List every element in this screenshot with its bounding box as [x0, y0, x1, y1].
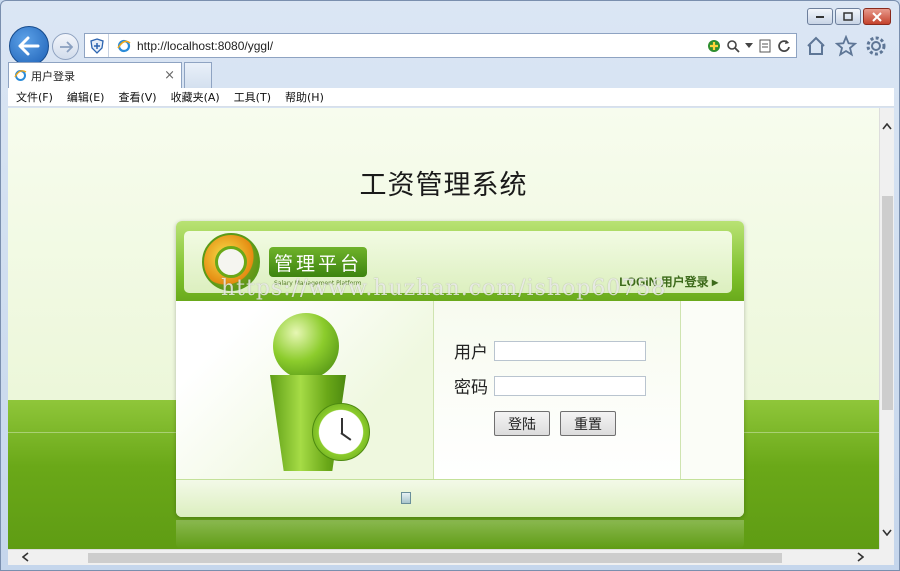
password-input[interactable] [494, 375, 646, 396]
menu-bar: 文件(F) 编辑(E) 查看(V) 收藏夹(A) 工具(T) 帮助(H) [8, 88, 894, 107]
tab-close-icon[interactable]: × [164, 68, 175, 83]
maximize-icon [843, 12, 853, 21]
minimize-button[interactable] [807, 8, 833, 25]
menu-favorites[interactable]: 收藏夹(A) [171, 89, 220, 105]
document-icon [401, 492, 411, 504]
compat-shield-button[interactable] [85, 34, 109, 57]
ie-logo-icon [14, 70, 27, 81]
scroll-right-icon[interactable] [857, 552, 865, 564]
forward-button[interactable] [52, 33, 79, 60]
page-title: 工资管理系统 [359, 170, 528, 201]
back-button[interactable] [9, 26, 49, 66]
form-buttons: 登陆 重置 [494, 411, 616, 436]
close-window-button[interactable] [863, 8, 891, 25]
shield-icon [89, 37, 104, 54]
mascot-illustration [176, 301, 434, 479]
vertical-scroll-thumb[interactable] [882, 196, 893, 410]
ie-logo-icon [117, 39, 131, 52]
search-icon[interactable] [726, 39, 740, 53]
minimize-icon [816, 15, 824, 18]
tab-user-login[interactable]: 用户登录 × [8, 62, 182, 88]
refresh-icon[interactable] [777, 39, 791, 53]
tab-strip: 用户登录 × [8, 62, 894, 88]
address-bar[interactable]: http://localhost:8080/yggl/ [84, 33, 797, 58]
menu-file[interactable]: 文件(F) [16, 89, 53, 105]
scroll-up-icon[interactable] [882, 120, 892, 132]
username-label: 用户 [454, 343, 488, 363]
compat-view-icon[interactable] [758, 39, 772, 53]
horizontal-scroll-thumb[interactable] [88, 553, 782, 563]
toolbar-right-icons [805, 35, 887, 57]
username-input[interactable] [494, 340, 646, 361]
reset-button[interactable]: 重置 [560, 411, 616, 436]
close-icon [872, 11, 882, 22]
login-panel: 管理平台 Salary Management Platform LOGIN 用户… [176, 221, 744, 517]
favorites-star-icon[interactable] [835, 35, 857, 57]
watermark-text: https://www.huzhan.com/ishop60758 [221, 276, 667, 301]
page-viewport: 工资管理系统 管理平台 Salary Management Platform L… [8, 108, 879, 549]
vertical-scrollbar[interactable] [879, 108, 894, 549]
login-button[interactable]: 登陆 [494, 411, 550, 436]
menu-help[interactable]: 帮助(H) [285, 89, 324, 105]
home-icon[interactable] [805, 35, 827, 57]
menu-tools[interactable]: 工具(T) [234, 89, 271, 105]
scroll-left-icon[interactable] [21, 552, 29, 564]
platform-badge: 管理平台 [269, 247, 367, 277]
panel-body: 用户 密码 登陆 重置 [176, 301, 744, 479]
arrow-left-icon [18, 36, 40, 56]
password-row: 密码 [454, 373, 646, 398]
tab-title: 用户登录 [31, 69, 75, 83]
login-form: 用户 密码 登陆 重置 [434, 301, 681, 479]
url-text[interactable]: http://localhost:8080/yggl/ [137, 39, 273, 53]
menu-edit[interactable]: 编辑(E) [67, 89, 105, 105]
username-row: 用户 [454, 338, 646, 363]
window-controls [807, 8, 891, 25]
clock-icon [312, 403, 370, 461]
maximize-button[interactable] [835, 8, 861, 25]
gear-icon[interactable] [865, 35, 887, 57]
chevron-down-icon[interactable] [745, 42, 753, 49]
arrow-right-icon [59, 40, 73, 53]
browser-window: http://localhost:8080/yggl/ 用户登录 × 文件(F)… [0, 0, 900, 571]
horizontal-scrollbar[interactable] [8, 549, 879, 565]
new-tab-button[interactable] [184, 62, 212, 88]
panel-footer [176, 479, 744, 517]
add-favorite-icon[interactable] [707, 39, 721, 53]
menu-view[interactable]: 查看(V) [118, 89, 156, 105]
scroll-down-icon[interactable] [882, 526, 892, 538]
password-label: 密码 [454, 378, 488, 398]
address-tools [707, 39, 796, 53]
